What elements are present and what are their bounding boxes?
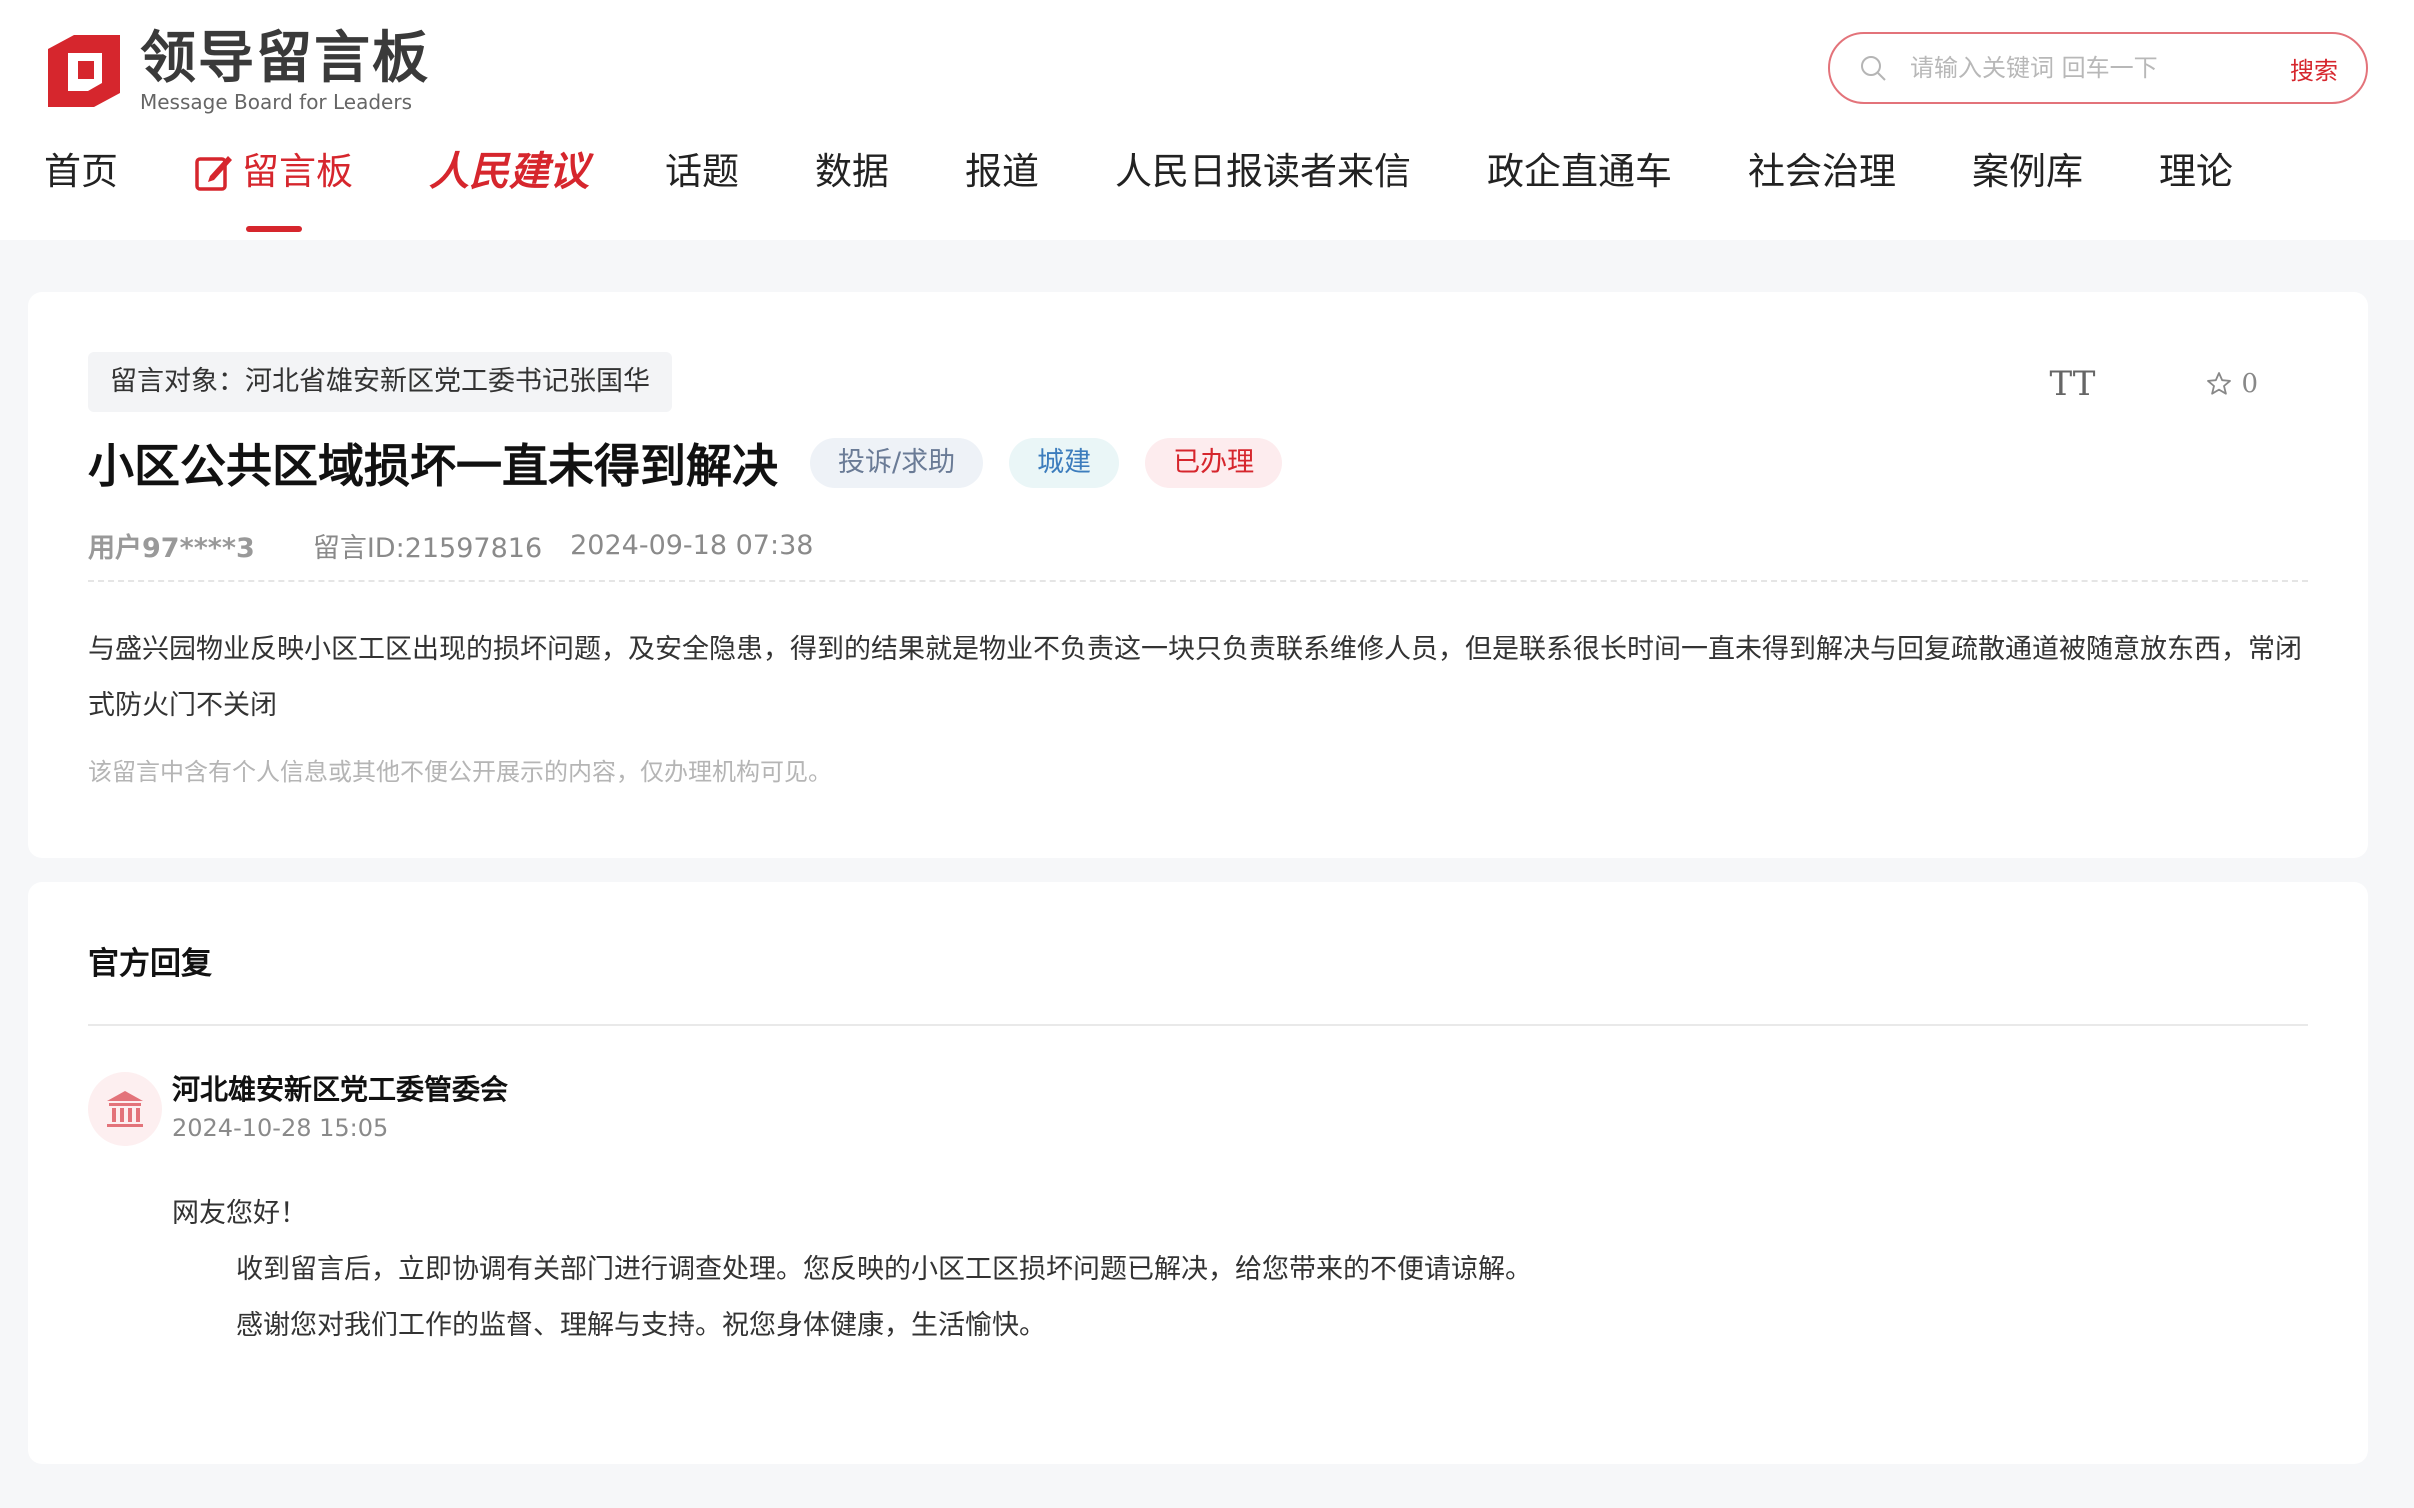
reply-org-name: 河北雄安新区党工委管委会: [172, 1073, 509, 1106]
nav-item-message-board[interactable]: 留言板: [194, 150, 353, 232]
search-input[interactable]: [1910, 54, 2290, 82]
message-tools: TT 0: [2049, 364, 2258, 404]
nav-item-social-governance[interactable]: 社会治理: [1748, 150, 1896, 194]
reply-card: 官方回复 河北雄安新区党工委管委会 2024-10-28 15:05 网友您好！…: [28, 882, 2368, 1464]
avatar: [88, 1072, 162, 1146]
nav-item-data[interactable]: 数据: [815, 150, 889, 194]
message-target: 留言对象：河北省雄安新区党工委书记张国华: [88, 352, 672, 412]
search-button[interactable]: 搜索: [2290, 51, 2338, 86]
reply-paragraph: 感谢您对我们工作的监督、理解与支持。祝您身体健康，生活愉快。: [236, 1310, 1046, 1341]
reply-datetime: 2024-10-28 15:05: [172, 1114, 389, 1142]
nav-item-case-library[interactable]: 案例库: [1972, 150, 2083, 194]
favorite-count: 0: [2241, 369, 2258, 399]
edit-icon: [195, 156, 232, 191]
privacy-note: 该留言中含有个人信息或其他不便公开展示的内容，仅办理机构可见。: [88, 758, 832, 786]
reply-greeting: 网友您好！: [172, 1198, 307, 1229]
search-box: 搜索: [1828, 32, 2368, 104]
font-size-icon[interactable]: TT: [2049, 364, 2095, 404]
reply-paragraph: 收到留言后，立即协调有关部门进行调查处理。您反映的小区工区损坏问题已解决，给您带…: [236, 1254, 1532, 1285]
site-logo[interactable]: 领导留言板 Message Board for Leaders: [44, 28, 430, 114]
reply-body: 网友您好！ 收到留言后，立即协调有关部门进行调查处理。您反映的小区工区损坏问题已…: [172, 1186, 1532, 1354]
status-badge: 已办理: [1145, 438, 1283, 488]
nav-item-label: 报道: [965, 150, 1039, 193]
search-icon: [1861, 56, 1886, 81]
bank-icon: [107, 1091, 143, 1127]
nav-item-theory[interactable]: 理论: [2159, 150, 2233, 194]
nav-item-reports[interactable]: 报道: [965, 150, 1039, 194]
nav-item-business-direct[interactable]: 政企直通车: [1487, 150, 1672, 194]
logo-subtitle: Message Board for Leaders: [140, 90, 413, 114]
reply-heading: 官方回复: [88, 946, 212, 982]
logo-title: 领导留言板: [140, 26, 430, 91]
nav-item-label: 案例库: [1972, 150, 2083, 193]
nav-item-label: 人民建议: [429, 148, 589, 195]
message-title: 小区公共区域损坏一直未得到解决: [88, 439, 778, 493]
divider: [88, 1024, 2308, 1026]
message-body: 与盛兴园物业反映小区工区出现的损坏问题，及安全隐患，得到的结果就是物业不负责这一…: [88, 634, 2302, 721]
message-id: 留言ID:21597816: [312, 533, 543, 564]
nav-item-topics[interactable]: 话题: [665, 150, 739, 194]
type-badge: 投诉/求助: [810, 438, 984, 488]
nav-item-label: 政企直通车: [1487, 150, 1672, 193]
message-meta: 用户97****3 留言ID:21597816 2024-09-18 07:38: [88, 526, 813, 565]
favorite-button[interactable]: 0: [2205, 369, 2258, 399]
nav-item-home[interactable]: 首页: [44, 150, 118, 194]
nav-item-people-suggestions[interactable]: 人民建议: [429, 150, 589, 194]
message-datetime: 2024-09-18 07:38: [570, 530, 814, 561]
nav-item-label: 数据: [815, 150, 889, 193]
logo-mark-icon: [48, 35, 120, 107]
main-nav: 首页 留言板 人民建议 话题 数据 报道 人民日报读者来信 政企直通车 社会治理…: [44, 150, 2309, 232]
nav-item-label: 留言板: [242, 150, 353, 193]
divider: [88, 580, 2308, 582]
nav-item-label: 理论: [2159, 150, 2233, 193]
star-icon: [2207, 372, 2232, 395]
site-header: 领导留言板 Message Board for Leaders 搜索 首页 留言…: [0, 0, 2414, 240]
nav-item-readers-letters[interactable]: 人民日报读者来信: [1115, 150, 1411, 194]
nav-item-label: 话题: [665, 150, 739, 193]
message-title-row: 小区公共区域损坏一直未得到解决 投诉/求助 城建 已办理: [88, 430, 1308, 496]
message-card: 留言对象：河北省雄安新区党工委书记张国华 TT 0 小区公共区域损坏一直未得到解…: [28, 292, 2368, 858]
domain-badge: 城建: [1009, 438, 1120, 488]
nav-item-label: 首页: [44, 150, 118, 193]
nav-item-label: 人民日报读者来信: [1115, 150, 1411, 193]
nav-item-label: 社会治理: [1748, 150, 1896, 193]
message-user: 用户97****3: [88, 533, 255, 564]
